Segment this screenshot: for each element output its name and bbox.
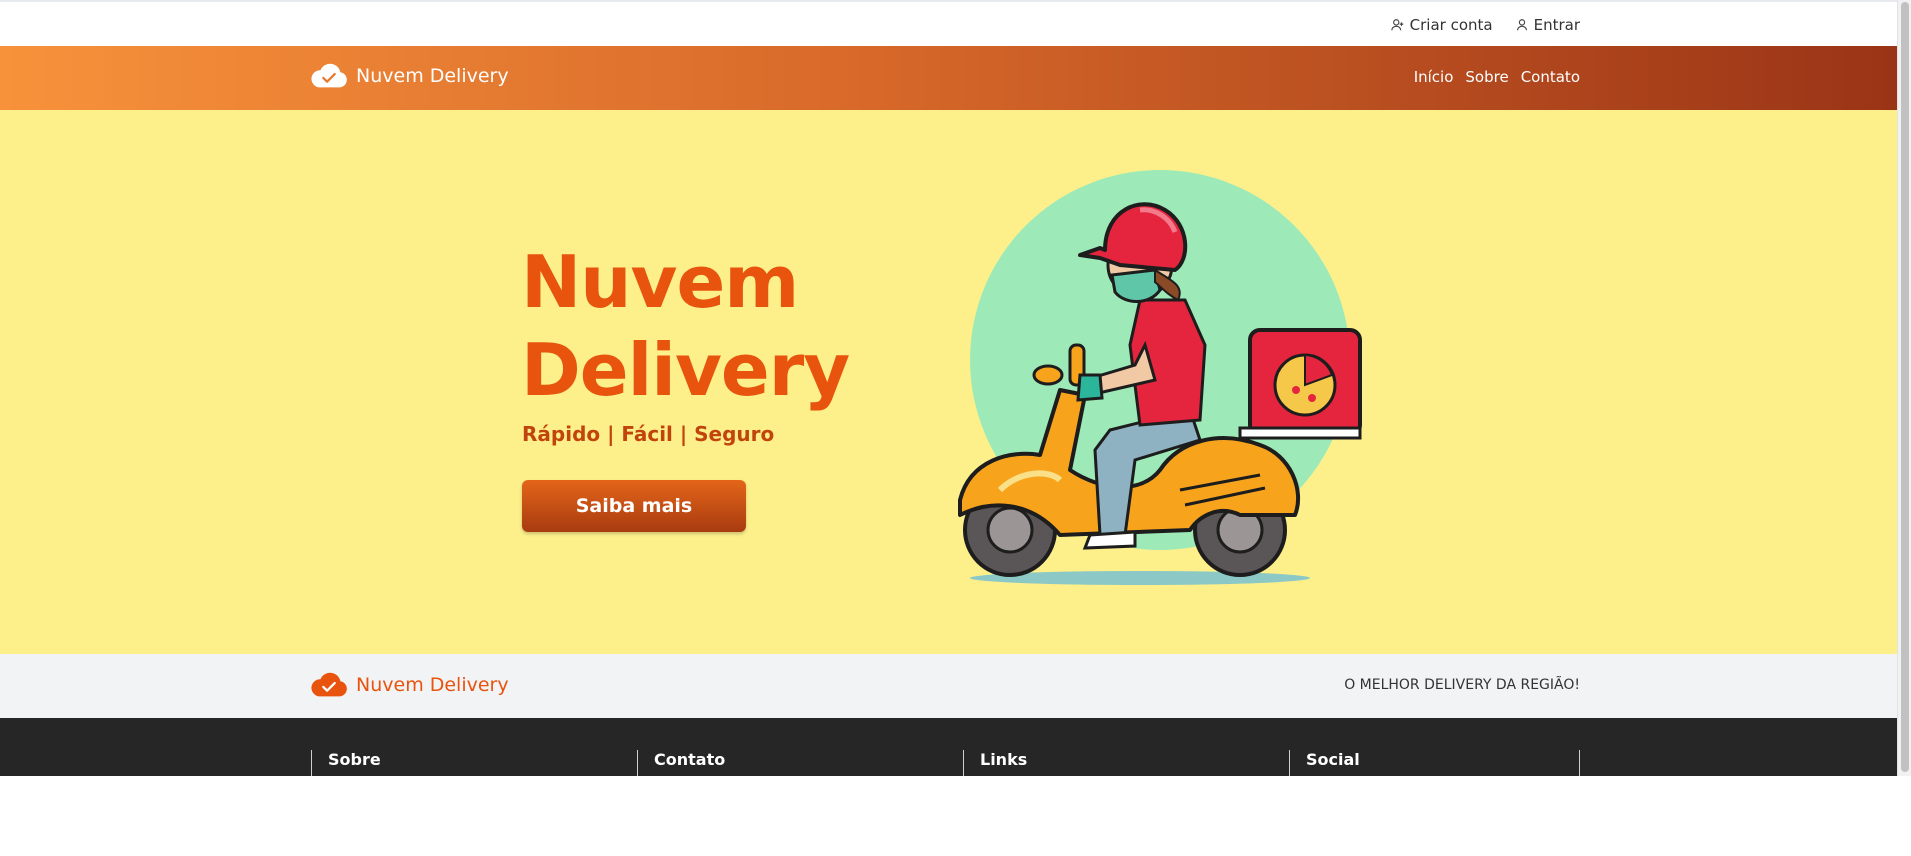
footer-column-title: Contato [654, 750, 726, 769]
user-plus-icon [1390, 19, 1403, 31]
blank-area [0, 776, 1911, 856]
footer-column-sobre: Sobre [311, 750, 637, 776]
navbar-brand[interactable]: Nuvem Delivery [310, 61, 509, 91]
footer-tagline: O MELHOR DELIVERY DA REGIÃO! [1344, 677, 1580, 693]
delivery-rider-illustration [958, 170, 1362, 585]
cloud-check-icon [311, 672, 347, 697]
cloud-check-icon [311, 63, 347, 88]
hero-title-line1: Nuvem [521, 240, 799, 324]
nav-item-contato[interactable]: Contato [1521, 68, 1580, 86]
hero-subtitle: Rápido | Fácil | Seguro [522, 422, 775, 446]
footer-brand-name: Nuvem Delivery [356, 674, 509, 696]
footer: Sobre Contato Links Social [0, 718, 1897, 776]
footer-brand[interactable]: Nuvem Delivery [310, 670, 509, 700]
footer-column-links: Links [963, 750, 1289, 776]
learn-more-button[interactable]: Saiba mais [522, 480, 746, 532]
footer-brand-strip: Nuvem Delivery O MELHOR DELIVERY DA REGI… [0, 654, 1897, 718]
footer-column-title: Social [1306, 750, 1360, 769]
account-links: Criar conta Entrar [1390, 16, 1580, 34]
nav-item-inicio[interactable]: Início [1414, 68, 1454, 86]
page: Criar conta Entrar Nuvem Delivery Início… [0, 0, 1897, 776]
nav-item-sobre[interactable]: Sobre [1465, 68, 1508, 86]
hero-title-line2: Delivery [521, 328, 850, 412]
footer-column-contato: Contato [637, 750, 963, 776]
hero-title: Nuvem Delivery [521, 238, 850, 414]
scrollbar-thumb[interactable] [1901, 2, 1909, 772]
vertical-scrollbar[interactable] [1897, 0, 1911, 776]
main-navbar: Nuvem Delivery Início Sobre Contato [0, 46, 1897, 110]
user-icon [1516, 19, 1527, 31]
login-link[interactable]: Entrar [1515, 16, 1580, 34]
nav-menu: Início Sobre Contato [1414, 68, 1580, 86]
footer-column-social: Social [1289, 750, 1580, 776]
top-utility-bar: Criar conta Entrar [0, 0, 1897, 46]
footer-column-title: Links [980, 750, 1028, 769]
create-account-link[interactable]: Criar conta [1390, 16, 1493, 34]
footer-column-title: Sobre [328, 750, 381, 769]
create-account-label: Criar conta [1409, 16, 1493, 34]
login-label: Entrar [1533, 16, 1580, 34]
brand-name: Nuvem Delivery [356, 65, 509, 87]
hero-section: Nuvem Delivery Rápido | Fácil | Seguro S… [0, 110, 1897, 654]
